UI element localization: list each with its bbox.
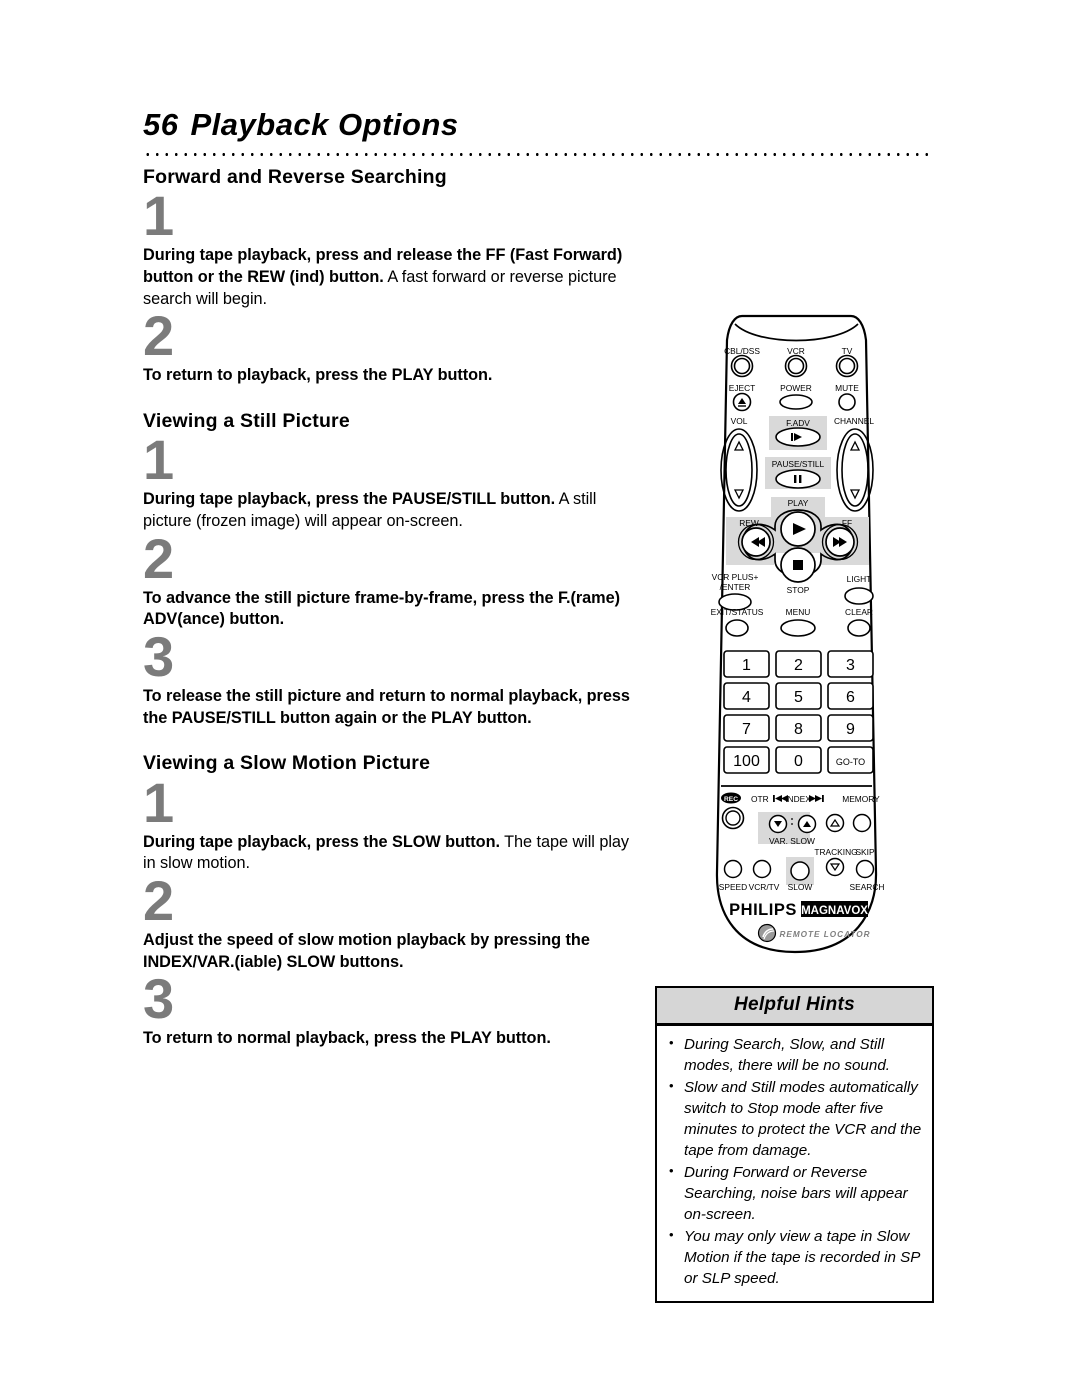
step-text-bold: To advance the still picture frame-by-fr… (143, 588, 620, 629)
step-number: 3 (143, 967, 174, 1031)
keypad-6: 6 (846, 689, 855, 706)
hint-item: During Search, Slow, and Still modes, th… (667, 1034, 922, 1077)
eject-triangle-icon (738, 398, 746, 404)
remote-label-mute: MUTE (835, 383, 859, 393)
rec-badge: REC (721, 792, 741, 804)
hint-item: Slow and Still modes automatically switc… (667, 1077, 922, 1162)
remote-label-vol: VOL (731, 416, 748, 426)
keypad-9: 9 (846, 721, 855, 738)
helpful-hints-list: During Search, Slow, and Still modes, th… (657, 1026, 932, 1301)
step-text-bold: To return to normal playback, press the … (143, 1029, 551, 1048)
step-item: 3 To release the still picture and retur… (143, 625, 643, 729)
remote-label-otr: OTR (751, 794, 769, 804)
index-next-icon (809, 795, 824, 802)
step-text: During tape playback, press the PAUSE/ST… (143, 489, 643, 532)
remote-label-exit-status: EXIT/STATUS (711, 607, 764, 617)
keypad-4: 4 (742, 689, 751, 706)
keypad-7: 7 (742, 721, 751, 738)
keypad-1: 1 (742, 657, 751, 674)
step-text: To advance the still picture frame-by-fr… (143, 588, 643, 631)
remote-label-eject: EJECT (729, 383, 756, 393)
remote-label-cbl-dss: CBL/DSS (724, 346, 760, 356)
instructions-column: Forward and Reverse Searching 1 During t… (143, 165, 643, 1050)
step-item: 1 During tape playback, press the PAUSE/… (143, 428, 643, 532)
remote-label-pause-still: PAUSE/STILL (772, 459, 825, 469)
step-number: 2 (143, 526, 174, 590)
remote-label-vcr-plus: VCR PLUS+ (712, 572, 759, 582)
step-number: 1 (143, 184, 174, 248)
step-number: 2 (143, 869, 174, 933)
keypad-100: 100 (733, 753, 760, 770)
keypad-3: 3 (846, 657, 855, 674)
step-number: 1 (143, 770, 174, 834)
remote-label-search: SEARCH (850, 882, 885, 892)
step-text: During tape playback, press and release … (143, 245, 643, 310)
remote-label-vcr-tv: VCR/TV (749, 882, 780, 892)
keypad-0: 0 (794, 753, 803, 770)
remote-control-illustration: CBL/DSS VCR TV EJECT POWER MUTE VOL F.AD… (695, 312, 900, 957)
keypad-go-to: GO-TO (836, 757, 865, 767)
hint-item: You may only view a tape in Slow Motion … (667, 1226, 922, 1290)
remote-label-clear: CLEAR (845, 607, 873, 617)
step-text: To release the still picture and return … (143, 686, 643, 729)
stop-icon (793, 560, 803, 570)
remote-label-speed: SPEED (719, 882, 747, 892)
header-dotted-rule (143, 152, 935, 157)
keypad-2: 2 (794, 657, 803, 674)
remote-label-index: INDEX (785, 794, 811, 804)
step-text-bold: To release the still picture and return … (143, 687, 630, 727)
step-item: 2 To advance the still picture frame-by-… (143, 526, 643, 631)
section-heading-forward-reverse-searching: Forward and Reverse Searching (143, 166, 447, 188)
keypad-5: 5 (794, 689, 803, 706)
page-header: 56 Playback Options (143, 107, 943, 142)
step-item: 1 During tape playback, press the SLOW b… (143, 770, 643, 875)
remote-label-f-adv: F.ADV (786, 418, 810, 428)
remote-locator-label: REMOTE LOCATOR (779, 930, 870, 939)
remote-label-light: LIGHT (847, 574, 872, 584)
step-text-bold: To return to playback, press the PLAY bu… (143, 366, 493, 385)
section-heading-viewing-slow-motion-picture: Viewing a Slow Motion Picture (143, 752, 431, 775)
remote-label-var-slow: VAR. SLOW (769, 836, 815, 846)
remote-label-tv: TV (842, 346, 853, 356)
page-title-text: Playback Options (190, 107, 459, 142)
svg-text:REC: REC (724, 796, 738, 803)
step-text-bold: During tape playback, press the SLOW but… (143, 832, 500, 851)
remote-label-stop: STOP (787, 585, 810, 595)
page-number: 56 (143, 107, 179, 142)
brand-magnavox: MAGNAVOX (801, 905, 868, 917)
step-item: 2 Adjust the speed of slow motion playba… (143, 869, 643, 973)
step-item: 2 To return to playback, press the PLAY … (143, 304, 643, 387)
remote-label-enter: /ENTER (720, 582, 751, 592)
remote-label-play: PLAY (788, 498, 809, 508)
step-number: 3 (143, 625, 174, 689)
step-text: To return to playback, press the PLAY bu… (143, 365, 643, 387)
step-text-bold: During tape playback, press the PAUSE/ST… (143, 490, 556, 509)
step-item: 1 During tape playback, press and releas… (143, 184, 643, 310)
remote-label-power: POWER (780, 383, 812, 393)
remote-label-vcr: VCR (787, 346, 805, 356)
step-text: During tape playback, press the SLOW but… (143, 832, 643, 875)
brand-philips: PHILIPS (729, 901, 797, 919)
helpful-hints-box: Helpful Hints During Search, Slow, and S… (655, 986, 934, 1303)
remote-label-slow: SLOW (788, 882, 813, 892)
page-title: 56 Playback Options (143, 107, 943, 142)
step-text: To return to normal playback, press the … (143, 1028, 643, 1050)
remote-label-skip: SKIP (855, 847, 874, 857)
remote-label-tracking: TRACKING (814, 847, 857, 857)
step-item: 3 To return to normal playback, press th… (143, 967, 643, 1050)
remote-label-menu: MENU (786, 607, 811, 617)
step-text: Adjust the speed of slow motion playback… (143, 930, 643, 973)
remote-label-memory: MEMORY (842, 794, 880, 804)
step-number: 1 (143, 428, 174, 492)
remote-label-channel: CHANNEL (834, 416, 874, 426)
section-heading-viewing-still-picture: Viewing a Still Picture (143, 410, 350, 433)
helpful-hints-title: Helpful Hints (657, 988, 932, 1026)
step-number: 2 (143, 304, 174, 368)
keypad-8: 8 (794, 721, 803, 738)
remote-locator-icon (757, 923, 777, 943)
step-text-bold: Adjust the speed of slow motion playback… (143, 931, 590, 971)
hint-item: During Forward or Reverse Searching, noi… (667, 1162, 922, 1226)
